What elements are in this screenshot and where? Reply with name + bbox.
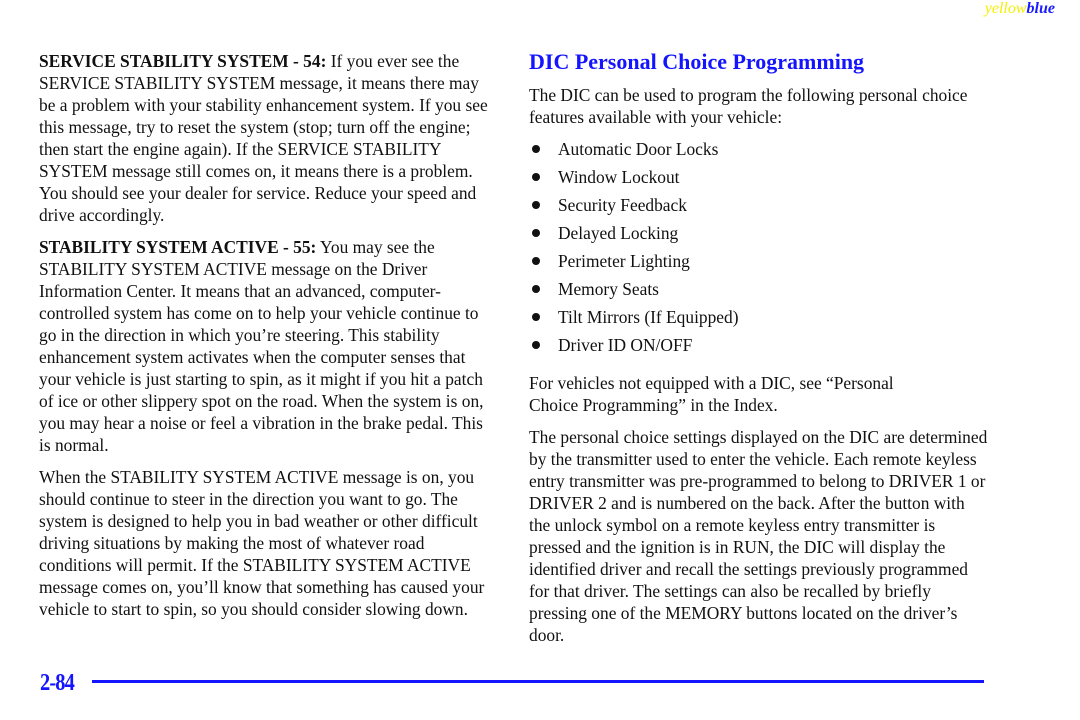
bullet-icon (532, 229, 540, 237)
header-brand-mark: yellowblue (985, 0, 1055, 18)
service-stability-lead: SERVICE STABILITY SYSTEM - 54: (39, 51, 327, 71)
bullet-icon (532, 173, 540, 181)
list-item: Perimeter Lighting (529, 250, 989, 278)
bullet-icon (532, 201, 540, 209)
feature-label: Security Feedback (558, 195, 687, 215)
brand-mark-yellow: yellow (984, 0, 1027, 17)
stability-active-text: You may see the STABILITY SYSTEM ACTIVE … (39, 237, 484, 455)
feature-label: Driver ID ON/OFF (558, 335, 693, 355)
feature-label: Window Lockout (558, 167, 680, 187)
right-column: DIC Personal Choice Programming The DIC … (529, 48, 989, 656)
feature-list: Automatic Door Locks Window Lockout Secu… (529, 138, 989, 362)
stability-active-lead: STABILITY SYSTEM ACTIVE - 55: (39, 237, 317, 257)
list-item: Memory Seats (529, 278, 989, 306)
service-stability-paragraph: SERVICE STABILITY SYSTEM - 54: If you ev… (39, 50, 495, 226)
list-item: Automatic Door Locks (529, 138, 989, 166)
feature-label: Memory Seats (558, 279, 659, 299)
feature-label: Perimeter Lighting (558, 251, 690, 271)
list-item: Driver ID ON/OFF (529, 334, 989, 362)
brand-mark-blue: blue (1026, 0, 1055, 17)
section-heading: DIC Personal Choice Programming (529, 49, 865, 74)
list-item: Delayed Locking (529, 222, 989, 250)
bullet-icon (532, 313, 540, 321)
feature-label: Automatic Door Locks (558, 139, 719, 159)
list-item: Security Feedback (529, 194, 989, 222)
footer-rule (92, 680, 984, 683)
list-item: Window Lockout (529, 166, 989, 194)
intro-paragraph: The DIC can be used to program the follo… (529, 85, 968, 127)
bullet-icon (532, 341, 540, 349)
not-equipped-paragraph: For vehicles not equipped with a DIC, se… (529, 373, 894, 415)
bullet-icon (532, 145, 540, 153)
bullet-icon (532, 257, 540, 265)
service-stability-text: If you ever see the SERVICE STABILITY SY… (39, 51, 488, 225)
bullet-icon (532, 285, 540, 293)
settings-paragraph: The personal choice settings displayed o… (529, 427, 988, 645)
stability-active-followup-paragraph: When the STABILITY SYSTEM ACTIVE message… (39, 467, 485, 619)
stability-active-paragraph: STABILITY SYSTEM ACTIVE - 55: You may se… (39, 236, 495, 456)
feature-label: Tilt Mirrors (If Equipped) (558, 307, 739, 327)
page-number: 2-84 (40, 670, 75, 696)
feature-label: Delayed Locking (558, 223, 679, 243)
list-item: Tilt Mirrors (If Equipped) (529, 306, 989, 334)
left-column: SERVICE STABILITY SYSTEM - 54: If you ev… (39, 50, 495, 630)
